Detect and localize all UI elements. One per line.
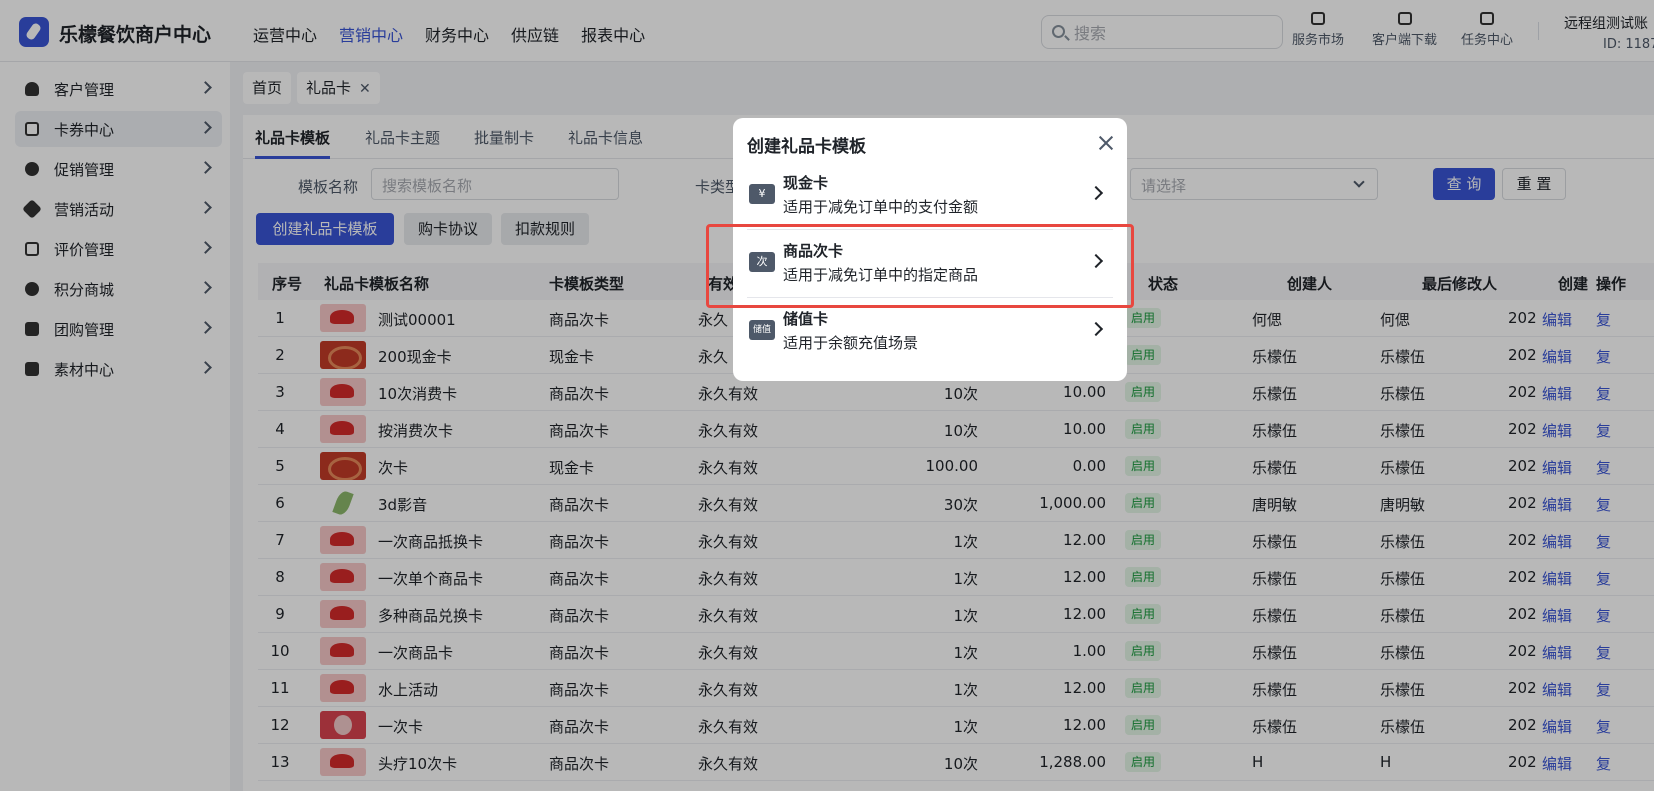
option-desc: 适用于余额充值场景 [783, 334, 919, 352]
selection-highlight [706, 224, 1134, 308]
option-stored-value-card[interactable]: 储值 储值卡 适用于余额充值场景 [747, 302, 1113, 360]
option-desc: 适用于减免订单中的支付金额 [783, 198, 979, 216]
option-cash-card[interactable]: ¥ 现金卡 适用于减免订单中的支付金额 [747, 166, 1113, 224]
chevron-right-icon [1088, 321, 1104, 337]
yen-card-icon: ¥ [749, 184, 775, 204]
stored-value-card-icon: 储值 [749, 320, 775, 340]
option-title: 储值卡 [783, 310, 829, 328]
close-icon[interactable] [1097, 134, 1115, 152]
option-title: 现金卡 [783, 174, 829, 192]
chevron-right-icon [1088, 185, 1104, 201]
dialog-title: 创建礼品卡模板 [747, 137, 866, 157]
